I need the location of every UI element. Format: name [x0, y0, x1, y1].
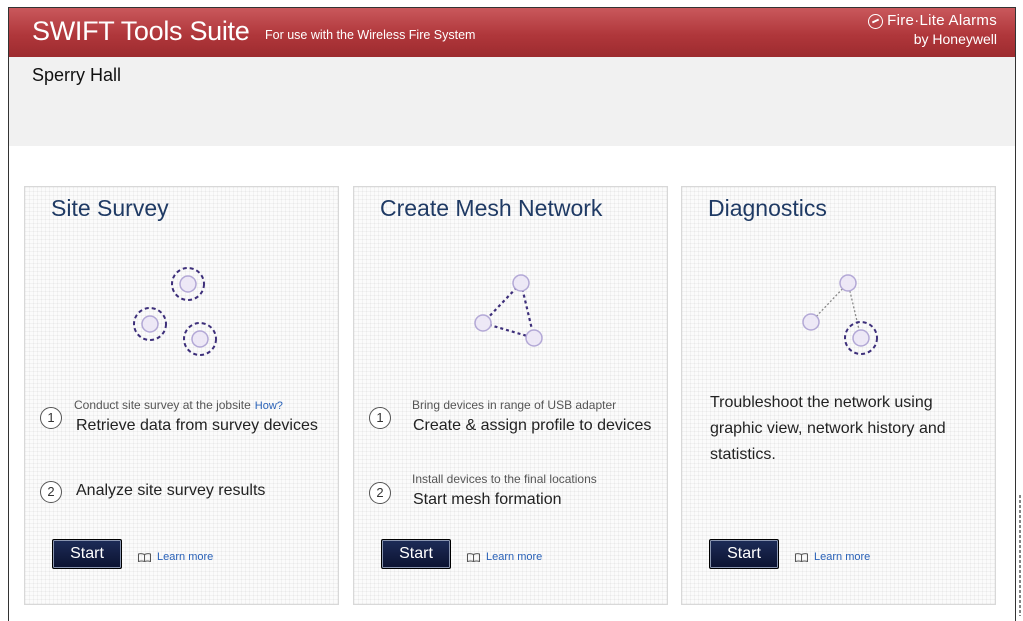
learn-more-link[interactable]: Learn more [795, 551, 870, 563]
start-button[interactable]: Start [381, 539, 451, 569]
diagnostics-network-icon [802, 274, 878, 355]
step-main-text: Start mesh formation [413, 491, 562, 508]
card-create-mesh-network: Create Mesh Network 1 Bring devices in r… [353, 186, 668, 605]
start-button[interactable]: Start [709, 539, 779, 569]
site-name: Sperry Hall [32, 65, 122, 85]
mesh-network-icon [474, 274, 543, 347]
step-number: 1 [40, 407, 62, 429]
diagnostics-description: Troubleshoot the network using graphic v… [710, 394, 946, 463]
app-header: SWIFT Tools Suite For use with the Wirel… [9, 8, 1015, 57]
brand-name: Fire·Lite Alarms [887, 12, 997, 29]
learn-more-link[interactable]: Learn more [467, 551, 542, 563]
app-title: SWIFT Tools Suite [32, 16, 250, 46]
step-main-text: Create & assign profile to devices [413, 417, 652, 434]
card-title: Site Survey [51, 195, 169, 221]
how-link[interactable]: How? [255, 400, 283, 412]
step-number: 2 [369, 482, 391, 504]
step-number: 1 [369, 407, 391, 429]
brand-logo: Fire·Lite Alarms by Honeywell [868, 12, 997, 48]
card-title: Create Mesh Network [380, 195, 603, 221]
learn-more-label[interactable]: Learn more [814, 551, 870, 563]
survey-devices-icon [133, 267, 217, 356]
step-hint: Install devices to the final locations [412, 472, 597, 486]
card-site-survey: Site Survey 1 Conduct site survey at the… [24, 186, 339, 605]
site-bar: Sperry Hall [9, 57, 1015, 146]
step-hint: Bring devices in range of USB adapter [412, 398, 617, 412]
learn-more-link[interactable]: Learn more [138, 551, 213, 563]
app-subtitle: For use with the Wireless Fire System [265, 28, 476, 42]
book-icon [467, 552, 480, 562]
learn-more-label[interactable]: Learn more [486, 551, 542, 563]
book-icon [795, 552, 808, 562]
step-hint: Conduct site survey at the jobsite [74, 398, 251, 412]
document-margin-mark [1019, 495, 1021, 616]
book-icon [138, 552, 151, 562]
step-main-text: Analyze site survey results [76, 482, 266, 499]
learn-more-label[interactable]: Learn more [157, 551, 213, 563]
step-number: 2 [40, 481, 62, 503]
firelite-logo-icon [868, 13, 884, 29]
card-title: Diagnostics [708, 195, 827, 221]
start-button[interactable]: Start [52, 539, 122, 569]
app-window: SWIFT Tools Suite For use with the Wirel… [8, 7, 1016, 621]
step-main-text: Retrieve data from survey devices [76, 417, 318, 434]
brand-byline: by Honeywell [913, 31, 997, 47]
card-diagnostics: Diagnostics Troubleshoot the network usi… [681, 186, 996, 605]
